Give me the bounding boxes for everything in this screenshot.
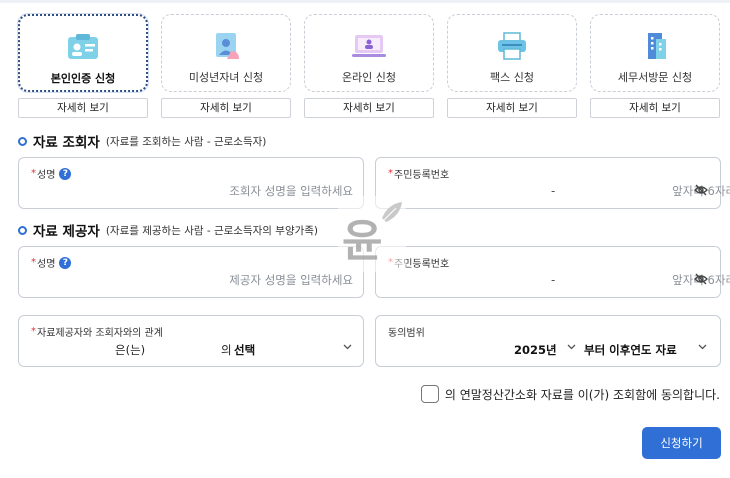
eye-off-icon[interactable]: [694, 184, 708, 196]
relation-box: * 자료제공자와 조회자와의 관계 은(는) 의 선택: [18, 315, 364, 367]
field-label: 주민등록번호: [394, 170, 450, 181]
required-mark: *: [31, 168, 36, 179]
scope-range-select[interactable]: 부터 이후연도 자료: [584, 342, 677, 358]
detail-button-online[interactable]: 자세히 보기: [304, 98, 434, 118]
provider-name-box: * 성명 ?: [18, 246, 364, 298]
agreement-checkbox[interactable]: [420, 385, 439, 403]
method-card-tax-office[interactable]: 세무서방문 신청: [590, 14, 720, 92]
id-card-icon: [68, 34, 98, 59]
section-bullet-icon: [18, 136, 27, 146]
method-label: 본인인증 신청: [50, 72, 116, 85]
detail-button-minor[interactable]: 자세히 보기: [161, 98, 291, 118]
scope-box: 동의범위 2025년 부터 이후연도 자료: [375, 315, 721, 367]
detail-button-fax[interactable]: 자세히 보기: [447, 98, 577, 118]
inquirer-rrn-box: * 주민등록번호 -: [375, 157, 730, 209]
method-label: 팩스 신청: [490, 71, 534, 84]
tax-office-icon: [648, 33, 666, 59]
help-icon[interactable]: ?: [59, 256, 72, 269]
child-document-icon: [216, 33, 239, 59]
agreement-row: 의 연말정산간소화 자료를 이(가) 조회함에 동의합니다.: [420, 385, 720, 403]
field-label: 성명: [37, 259, 56, 270]
method-label: 온라인 신청: [341, 71, 397, 84]
chevron-down-icon[interactable]: [567, 344, 576, 350]
help-icon[interactable]: ?: [59, 167, 72, 180]
detail-button-self-auth[interactable]: 자세히 보기: [18, 98, 148, 118]
section-bullet-icon: [18, 225, 27, 235]
rrn-dash: -: [551, 273, 556, 287]
provider-section-header: 자료 제공자 (자료를 제공하는 사람 - 근로소득자의 부양가족): [18, 221, 319, 240]
relation-select[interactable]: 선택: [234, 342, 255, 358]
watermark-glyph: 윤: [342, 216, 382, 267]
relation-subject-text: 은(는): [115, 343, 146, 357]
chevron-down-icon[interactable]: [698, 344, 707, 350]
section-desc: (자료를 제공하는 사람 - 근로소득자의 부양가족): [105, 224, 319, 237]
field-label: 동의범위: [388, 328, 425, 339]
required-mark: *: [31, 257, 36, 268]
method-card-minor[interactable]: 미성년자녀 신청: [161, 14, 291, 92]
provider-name-input[interactable]: [53, 271, 353, 289]
section-title: 자료 제공자: [33, 224, 100, 240]
method-card-fax[interactable]: 팩스 신청: [447, 14, 577, 92]
chevron-down-icon[interactable]: [343, 344, 352, 350]
provider-rrn-box: * 주민등록번호 -: [375, 246, 730, 298]
rrn-dash: -: [551, 184, 556, 198]
inquirer-section-header: 자료 조회자 (자료를 조회하는 사람 - 근로소득자): [18, 132, 267, 151]
method-label: 세무서방문 신청: [617, 71, 693, 84]
field-label: 자료제공자와 조회자와의 관계: [37, 328, 163, 339]
section-title: 자료 조회자: [33, 135, 100, 151]
agreement-text: 의 연말정산간소화 자료를 이(가) 조회함에 동의합니다.: [444, 387, 720, 402]
method-label: 미성년자녀 신청: [188, 71, 264, 84]
section-desc: (자료를 조회하는 사람 - 근로소득자): [105, 135, 267, 148]
required-mark: *: [388, 168, 393, 179]
top-divider: [0, 0, 730, 3]
method-card-self-auth[interactable]: 본인인증 신청: [18, 14, 148, 92]
fax-icon: [498, 32, 526, 60]
application-methods: 본인인증 신청 자세히 보기 미성년자녀 신청 자세히 보기 온라인 신청 자세…: [18, 14, 722, 120]
method-card-online[interactable]: 온라인 신청: [304, 14, 434, 92]
field-label: 성명: [37, 170, 56, 181]
watermark-logo: 윤: [338, 196, 406, 272]
online-laptop-icon: [352, 35, 386, 57]
required-mark: *: [31, 326, 36, 337]
scope-year-select[interactable]: 2025년: [514, 342, 557, 358]
eye-off-icon[interactable]: [694, 273, 708, 285]
detail-button-tax-office[interactable]: 자세히 보기: [590, 98, 720, 118]
submit-button[interactable]: 신청하기: [642, 427, 721, 459]
inquirer-name-box: * 성명 ?: [18, 157, 364, 209]
inquirer-name-input[interactable]: [53, 182, 353, 200]
relation-of-text: 의: [221, 343, 232, 357]
